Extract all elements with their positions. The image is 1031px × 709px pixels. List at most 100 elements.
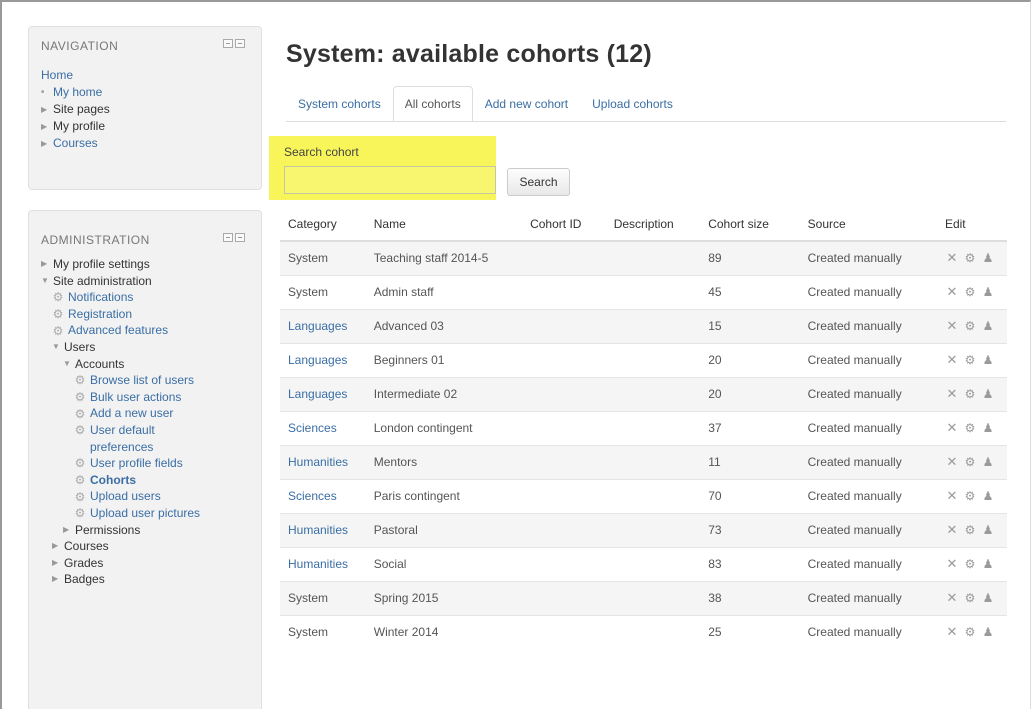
cell-description — [605, 512, 701, 547]
admin-item[interactable]: ⚙ Cohorts — [41, 472, 200, 489]
tab-divider — [286, 121, 1006, 122]
assign-users-icon[interactable]: ♟ — [981, 557, 995, 571]
delete-icon[interactable]: ✕ — [945, 454, 959, 470]
tab-add-new-cohort[interactable]: Add new cohort — [473, 86, 580, 122]
cell-category[interactable]: Languages — [280, 342, 366, 377]
dock-icon[interactable] — [223, 233, 233, 242]
delete-icon[interactable]: ✕ — [945, 318, 959, 334]
gear-icon[interactable]: ⚙ — [963, 625, 977, 639]
block-dock-controls[interactable] — [223, 39, 247, 49]
delete-icon[interactable]: ✕ — [945, 352, 959, 368]
delete-icon[interactable]: ✕ — [945, 522, 959, 538]
gear-icon[interactable]: ⚙ — [963, 251, 977, 265]
navigation-block: NAVIGATION Home ■ My home ▶ Site pages ▶ My pr… — [28, 26, 262, 190]
tab-system-cohorts[interactable]: System cohorts — [286, 86, 393, 122]
gear-icon[interactable]: ⚙ — [963, 421, 977, 435]
cell-category[interactable]: Sciences — [280, 478, 366, 513]
gear-icon[interactable]: ⚙ — [963, 489, 977, 503]
gear-icon[interactable]: ⚙ — [963, 455, 977, 469]
admin-item[interactable]: ▼ Site administration — [41, 273, 200, 290]
nav-item[interactable]: ▶ Site pages — [41, 101, 110, 118]
table-row: System Admin staff 45 Created manually ✕ ⚙ ♟ — [280, 274, 1007, 309]
admin-item[interactable]: ▶ Grades — [41, 555, 200, 572]
assign-users-icon[interactable]: ♟ — [981, 387, 995, 401]
block-dock-controls[interactable] — [223, 233, 247, 243]
delete-icon[interactable]: ✕ — [945, 624, 959, 640]
column-header-cohort-id[interactable]: Cohort ID — [522, 207, 606, 242]
cell-category[interactable]: Humanities — [280, 444, 366, 479]
delete-icon[interactable]: ✕ — [945, 590, 959, 606]
delete-icon[interactable]: ✕ — [945, 488, 959, 504]
admin-item[interactable]: ⚙ Upload users — [41, 488, 200, 505]
nav-item[interactable]: ▶ Courses — [41, 135, 110, 152]
tab-upload-cohorts[interactable]: Upload cohorts — [580, 86, 685, 122]
collapse-icon[interactable] — [235, 39, 245, 48]
cell-category[interactable]: Languages — [280, 376, 366, 411]
delete-icon[interactable]: ✕ — [945, 284, 959, 300]
gear-icon[interactable]: ⚙ — [963, 285, 977, 299]
admin-item-label: Registration — [68, 306, 133, 321]
admin-item[interactable]: ▼ Users — [41, 339, 200, 356]
assign-users-icon[interactable]: ♟ — [981, 285, 995, 299]
gear-icon[interactable]: ⚙ — [963, 523, 977, 537]
admin-item[interactable]: ⚙ User profile fields — [41, 455, 200, 472]
admin-item[interactable]: ⚙ Add a new user — [41, 405, 200, 422]
admin-item[interactable]: ▶ My profile settings — [41, 256, 200, 273]
admin-item[interactable]: ⚙ Browse list of users — [41, 372, 200, 389]
dock-icon[interactable] — [223, 39, 233, 48]
cell-category[interactable]: Sciences — [280, 410, 366, 445]
admin-item[interactable]: ▶ Permissions — [41, 522, 200, 539]
assign-users-icon[interactable]: ♟ — [981, 489, 995, 503]
admin-item[interactable]: ⚙ Bulk user actions — [41, 389, 200, 406]
delete-icon[interactable]: ✕ — [945, 556, 959, 572]
cell-category[interactable]: Humanities — [280, 546, 366, 581]
cell-description — [605, 308, 701, 343]
assign-users-icon[interactable]: ♟ — [981, 251, 995, 265]
nav-item[interactable]: Home — [41, 67, 110, 84]
collapse-icon[interactable] — [235, 233, 245, 242]
nav-item[interactable]: ▶ My profile — [41, 118, 110, 135]
assign-users-icon[interactable]: ♟ — [981, 421, 995, 435]
assign-users-icon[interactable]: ♟ — [981, 319, 995, 333]
assign-users-icon[interactable]: ♟ — [981, 591, 995, 605]
gear-icon[interactable]: ⚙ — [963, 353, 977, 367]
column-header-name[interactable]: Name — [365, 207, 523, 242]
gear-icon: ⚙ — [74, 373, 86, 388]
admin-item[interactable]: ⚙ User default — [41, 422, 200, 439]
assign-users-icon[interactable]: ♟ — [981, 353, 995, 367]
cell-category[interactable]: Humanities — [280, 512, 366, 547]
cell-source: Created manually — [799, 410, 937, 445]
assign-users-icon[interactable]: ♟ — [981, 523, 995, 537]
nav-item[interactable]: ■ My home — [41, 84, 110, 101]
cell-source: Created manually — [799, 342, 937, 377]
tab-all-cohorts[interactable]: All cohorts — [392, 86, 473, 122]
admin-item[interactable]: ▶ Courses — [41, 538, 200, 555]
cell-description — [605, 546, 701, 581]
gear-icon: ⚙ — [74, 489, 86, 504]
admin-item[interactable]: ⚙ Advanced features — [41, 322, 200, 339]
column-header-category[interactable]: Category — [280, 207, 366, 242]
delete-icon[interactable]: ✕ — [945, 386, 959, 402]
delete-icon[interactable]: ✕ — [945, 420, 959, 436]
cell-name: Spring 2015 — [365, 580, 523, 615]
gear-icon[interactable]: ⚙ — [963, 319, 977, 333]
admin-item[interactable]: ⚙ Registration — [41, 306, 200, 323]
gear-icon[interactable]: ⚙ — [963, 557, 977, 571]
gear-icon[interactable]: ⚙ — [963, 387, 977, 401]
cell-source: Created manually — [799, 274, 937, 309]
administration-tree: ▶ My profile settings ▼ Site administration… — [41, 256, 200, 588]
search-button[interactable]: Search — [507, 168, 570, 196]
search-input[interactable] — [284, 166, 496, 194]
admin-item[interactable]: ▼ Accounts — [41, 356, 200, 373]
delete-icon[interactable]: ✕ — [945, 250, 959, 266]
assign-users-icon[interactable]: ♟ — [981, 455, 995, 469]
admin-item[interactable]: ⚙ Upload user pictures — [41, 505, 200, 522]
admin-item[interactable]: ▶ Badges — [41, 571, 200, 588]
cell-edit-actions: ✕ ⚙ ♟ — [936, 308, 1007, 343]
cell-cohort-size: 15 — [700, 308, 800, 343]
cell-category[interactable]: Languages — [280, 308, 366, 343]
admin-item[interactable]: ⚙ Notifications — [41, 289, 200, 306]
admin-item[interactable]: preferences — [41, 439, 200, 456]
assign-users-icon[interactable]: ♟ — [981, 625, 995, 639]
gear-icon[interactable]: ⚙ — [963, 591, 977, 605]
